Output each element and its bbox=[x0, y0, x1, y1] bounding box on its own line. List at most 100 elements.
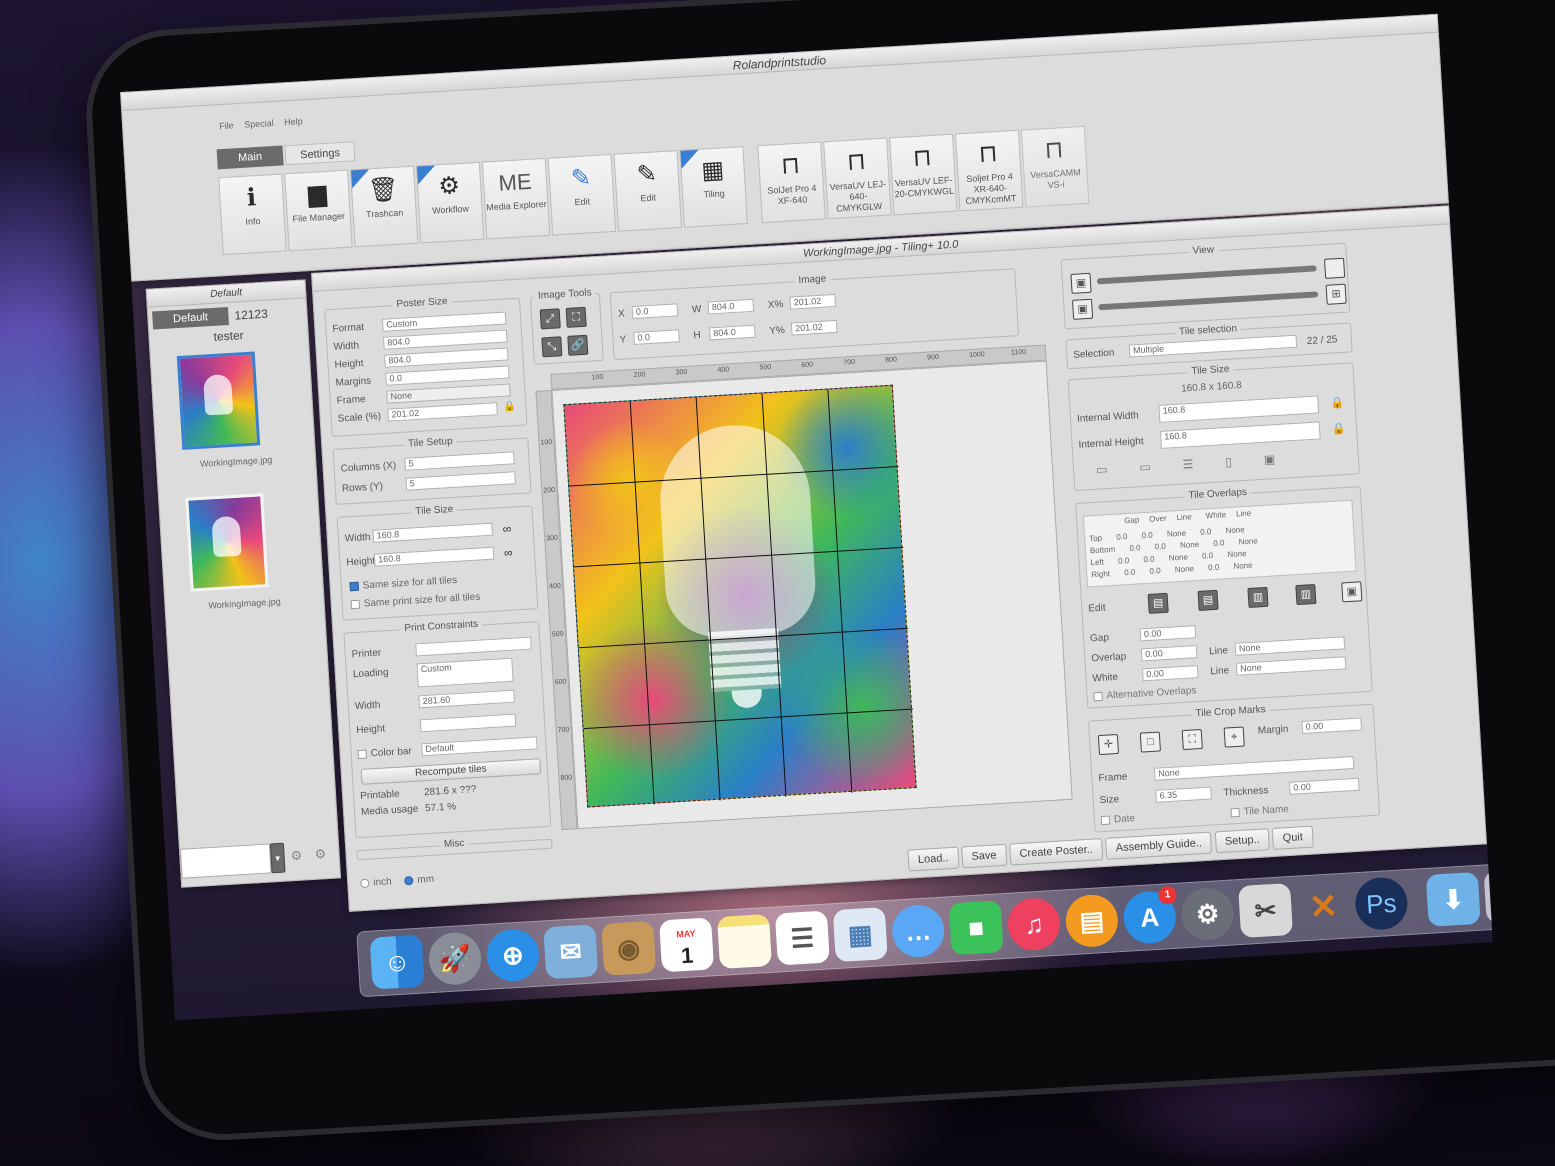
loading-select[interactable]: Custom bbox=[416, 657, 514, 688]
image-fit-icon[interactable]: ▣ bbox=[1072, 298, 1094, 320]
preview-icon[interactable]: ▦ bbox=[832, 907, 888, 963]
line-select-2[interactable]: None bbox=[1235, 656, 1347, 676]
printer-select[interactable] bbox=[415, 636, 532, 657]
queue-dropdown-icon[interactable]: ▼ bbox=[269, 842, 286, 874]
edit-top-icon[interactable]: ▤ bbox=[1147, 592, 1169, 614]
image-zoom-icon[interactable]: ▣ bbox=[1070, 272, 1092, 294]
assembly-guide-button[interactable]: Assembly Guide.. bbox=[1105, 831, 1213, 860]
w-input[interactable]: 804.0 bbox=[707, 298, 755, 315]
ibooks-icon[interactable]: ▤ bbox=[1064, 893, 1120, 949]
reminders-icon[interactable]: ☰ bbox=[774, 910, 830, 966]
printer-button-2[interactable]: ⊓ VersaUV LEJ- 640-CMYKGLW bbox=[823, 137, 892, 220]
queue-settings-icon[interactable]: ⚙ bbox=[314, 846, 327, 863]
columns-input[interactable]: 5 bbox=[404, 451, 515, 471]
internal-height-input[interactable]: 160.8 bbox=[1159, 421, 1321, 449]
downloads-folder-icon[interactable]: ⬇ bbox=[1425, 871, 1481, 927]
lock-icon[interactable]: 🔒 bbox=[1330, 396, 1344, 410]
edit-left-icon[interactable]: ▥ bbox=[1247, 586, 1269, 608]
fit-icon[interactable]: ⤢ bbox=[539, 308, 561, 330]
format-select[interactable]: Custom bbox=[381, 311, 507, 332]
y-input[interactable]: 0.0 bbox=[633, 329, 680, 345]
link-icon[interactable]: ∞ bbox=[502, 522, 511, 536]
edit-right-icon[interactable]: ▥ bbox=[1295, 583, 1317, 606]
lock-icon[interactable]: 🔒 bbox=[503, 401, 516, 413]
tile-name-checkbox[interactable]: Tile Name bbox=[1230, 804, 1289, 818]
info-button[interactable]: ℹ Info bbox=[218, 173, 287, 256]
quit-button[interactable]: Quit bbox=[1272, 825, 1314, 850]
unit-mm-radio[interactable]: mm bbox=[404, 874, 434, 887]
tab-main[interactable]: Main bbox=[216, 145, 284, 170]
unit-inch-radio[interactable]: inch bbox=[360, 876, 392, 889]
shrink-icon[interactable]: ⤡ bbox=[541, 336, 563, 358]
cut-studio-icon[interactable]: ✂ bbox=[1238, 883, 1294, 938]
notes-icon[interactable] bbox=[716, 913, 772, 969]
safari-icon[interactable]: ⊕ bbox=[485, 927, 541, 983]
edit-button-2[interactable]: ✎ Edit bbox=[613, 150, 683, 232]
rolandprintstudio-icon[interactable]: ✕ bbox=[1296, 880, 1351, 935]
pc-width-input[interactable]: 281.60 bbox=[418, 689, 515, 709]
view-toggle-icon[interactable] bbox=[1324, 257, 1346, 279]
poster-image[interactable] bbox=[563, 384, 917, 808]
view-slider-1[interactable] bbox=[1096, 265, 1317, 285]
menu-file[interactable]: File bbox=[219, 120, 234, 131]
thumbnail-1[interactable] bbox=[176, 351, 261, 450]
printer-button-3[interactable]: ⊓ VersaUV LEF- 20-CMYKWGL bbox=[889, 133, 958, 216]
link-icon[interactable]: ∞ bbox=[504, 546, 513, 560]
xpct-input[interactable]: 201.02 bbox=[789, 293, 837, 310]
overlap-input[interactable]: 0.00 bbox=[1140, 645, 1198, 662]
margin-input[interactable]: 0.00 bbox=[1301, 717, 1363, 735]
crop-none-icon[interactable]: □ bbox=[1139, 731, 1161, 753]
contacts-icon[interactable]: ◉ bbox=[601, 920, 657, 976]
tile-height-input[interactable]: 160.8 bbox=[373, 546, 495, 567]
pc-height-input[interactable] bbox=[419, 713, 517, 733]
load-button[interactable]: Load.. bbox=[907, 846, 960, 872]
color-bar-select[interactable]: Default bbox=[421, 736, 538, 757]
system-preferences-icon[interactable]: ⚙ bbox=[1180, 886, 1236, 942]
messages-icon[interactable]: … bbox=[890, 903, 946, 959]
crop-target-icon[interactable]: ⌖ bbox=[1223, 726, 1245, 748]
tiling-button[interactable]: ▦ Tiling bbox=[679, 146, 748, 228]
itunes-icon[interactable]: ♫ bbox=[1006, 896, 1062, 952]
queue-tab-default[interactable]: Default bbox=[152, 306, 230, 330]
launchpad-icon[interactable]: 🚀 bbox=[427, 931, 483, 987]
printer-button-5[interactable]: ⊓ VersaCAMM VS-i bbox=[1020, 125, 1090, 208]
edit-bottom-icon[interactable]: ▤ bbox=[1197, 589, 1219, 611]
gap-input[interactable]: 0.00 bbox=[1139, 625, 1197, 642]
ypct-input[interactable]: 201.02 bbox=[790, 319, 838, 336]
crop-inner-icon[interactable]: ✛ bbox=[1097, 733, 1120, 756]
expand-icon[interactable]: ⛶ bbox=[565, 306, 587, 328]
save-overlaps-icon[interactable]: ▣ bbox=[1341, 581, 1363, 603]
canvas-area[interactable] bbox=[551, 360, 1073, 830]
crop-size-input[interactable]: 6.35 bbox=[1155, 786, 1212, 803]
line-select-1[interactable]: None bbox=[1234, 636, 1346, 656]
calendar-icon[interactable]: MAY 1 bbox=[659, 917, 715, 973]
white-input[interactable]: 0.00 bbox=[1141, 665, 1199, 682]
queue-gear-icon[interactable]: ⚙ bbox=[290, 848, 303, 865]
create-poster-button[interactable]: Create Poster.. bbox=[1008, 838, 1104, 866]
lock-icon[interactable]: 🔒 bbox=[1332, 422, 1346, 436]
setup-button[interactable]: Setup.. bbox=[1214, 828, 1271, 854]
media-explorer-button[interactable]: ME Media Explorer bbox=[481, 157, 551, 240]
menu-special[interactable]: Special bbox=[244, 118, 274, 130]
menu-help[interactable]: Help bbox=[284, 116, 303, 127]
alternative-overlaps-checkbox[interactable]: Alternative Overlaps bbox=[1093, 685, 1197, 702]
workflow-button[interactable]: ⚙ Workflow bbox=[415, 161, 485, 244]
app-store-icon[interactable]: A 1 bbox=[1122, 885, 1178, 945]
finder-icon[interactable]: ☺ bbox=[369, 934, 425, 990]
thickness-input[interactable]: 0.00 bbox=[1288, 777, 1360, 795]
mail-icon[interactable]: ✉ bbox=[543, 924, 599, 980]
save-button[interactable]: Save bbox=[960, 843, 1008, 869]
printer-button-1[interactable]: ⊓ SolJet Pro 4 XF-640 bbox=[757, 141, 826, 224]
file-manager-button[interactable]: ▆ File Manager bbox=[284, 169, 353, 252]
link-chain-icon[interactable]: 🔗 bbox=[567, 334, 589, 356]
tile-width-input[interactable]: 160.8 bbox=[372, 522, 493, 543]
photoshop-icon[interactable]: Ps bbox=[1353, 876, 1409, 932]
internal-width-input[interactable]: 160.8 bbox=[1158, 395, 1320, 423]
trashcan-button[interactable]: 🗑 Trashcan bbox=[350, 165, 419, 248]
view-slider-2[interactable] bbox=[1098, 291, 1319, 311]
facetime-icon[interactable]: ■ bbox=[948, 900, 1004, 956]
crop-frame-select[interactable]: None bbox=[1153, 756, 1355, 781]
same-size-checkbox[interactable]: Same size for all tiles bbox=[349, 575, 457, 592]
crop-outer-icon[interactable]: ⛶ bbox=[1181, 728, 1203, 751]
tab-settings[interactable]: Settings bbox=[284, 141, 356, 166]
